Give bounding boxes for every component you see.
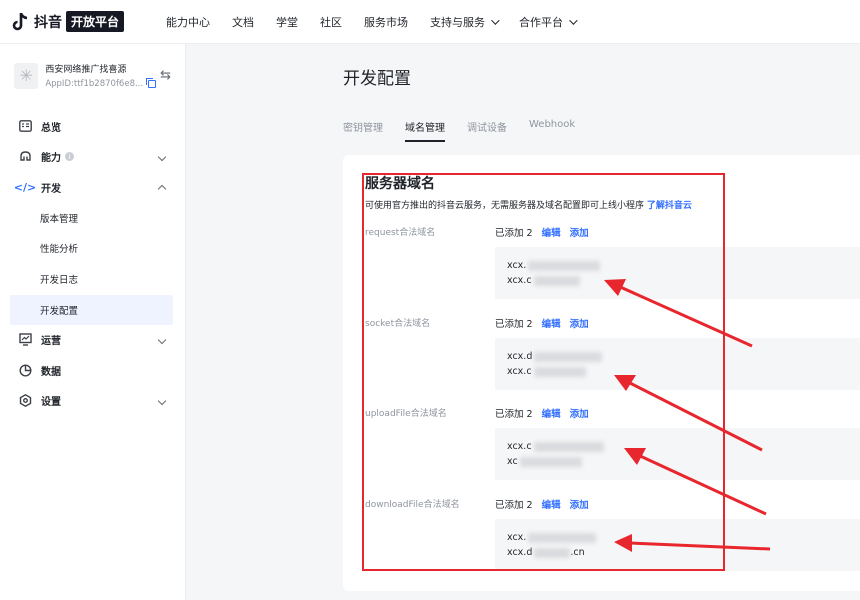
page-title: 开发配置 xyxy=(343,69,411,89)
domain-item: xcx. xyxy=(507,258,860,273)
tab-domain-management[interactable]: 域名管理 xyxy=(405,110,445,142)
nav-item-academy[interactable]: 学堂 xyxy=(276,14,298,30)
domain-item: xcx.c xyxy=(507,364,860,379)
add-link[interactable]: 添加 xyxy=(570,319,589,330)
nav-item-support[interactable]: 支持与服务 xyxy=(430,14,500,30)
row-label: request合法域名 xyxy=(365,228,436,238)
app-id: AppID:ttf1b2870f6e8... xyxy=(45,79,144,89)
domain-item: xcx. xyxy=(507,530,860,545)
row-status: 已添加 2 编辑 添加 xyxy=(495,500,589,511)
switch-app-icon[interactable]: ⇆ xyxy=(160,68,171,83)
row-status: 已添加 2 编辑 添加 xyxy=(495,228,589,239)
douyin-logo-icon xyxy=(12,12,30,32)
domain-list: xcx.d xcx.c xyxy=(495,338,860,390)
gear-icon xyxy=(18,394,32,408)
logo[interactable]: 抖音 开放平台 xyxy=(12,11,140,32)
chevron-down-icon xyxy=(569,15,578,25)
logo-text: 抖音 xyxy=(34,14,62,31)
sidebar-item-performance[interactable]: 性能分析 xyxy=(0,233,185,263)
tabs: 密钥管理 域名管理 调试设备 Webhook xyxy=(343,110,597,142)
sidebar-item-operate[interactable]: 运营 xyxy=(0,325,185,355)
sidebar-item-data[interactable]: 数据 xyxy=(0,355,185,385)
row-status: 已添加 2 编辑 添加 xyxy=(495,319,589,330)
row-label: socket合法域名 xyxy=(365,319,431,329)
server-domain-card: 服务器域名 可使用官方推出的抖音云服务，无需服务器及域名配置即可上线小程序 了解… xyxy=(343,155,860,591)
nav-item-partners[interactable]: 合作平台 xyxy=(519,14,578,30)
domain-item: xcx.d xyxy=(507,349,860,364)
logo-badge: 开放平台 xyxy=(66,11,125,32)
nav-item-capability-center[interactable]: 能力中心 xyxy=(166,14,210,30)
code-icon: </> xyxy=(13,180,37,194)
nav-item-docs[interactable]: 文档 xyxy=(232,14,254,30)
domain-list: xcx. xcx.c xyxy=(495,247,860,299)
domain-item: xcx.c xyxy=(507,273,860,288)
top-nav: 能力中心 文档 学堂 社区 服务市场 支持与服务 合作平台 xyxy=(166,14,597,30)
edit-link[interactable]: 编辑 xyxy=(542,500,561,511)
chevron-down-icon xyxy=(157,335,167,344)
tab-debug-devices[interactable]: 调试设备 xyxy=(467,110,507,142)
sidebar-menu: 总览 能力 i </> 开发 版本管理 性能分析 开发日志 开发配置 运营 数据… xyxy=(0,111,185,416)
info-icon[interactable]: i xyxy=(65,152,74,161)
nav-item-community[interactable]: 社区 xyxy=(320,14,342,30)
sidebar: ✳ 西安网络推广找喜源 AppID:ttf1b2870f6e8... ⇆ 总览 … xyxy=(0,44,186,600)
add-link[interactable]: 添加 xyxy=(570,228,589,239)
domain-item: xc xyxy=(507,454,860,469)
chevron-down-icon xyxy=(157,152,167,161)
domain-list: xcx. xcx.d .cn xyxy=(495,519,860,571)
row-label: downloadFile合法域名 xyxy=(365,500,460,510)
chevron-down-icon xyxy=(157,396,167,405)
tab-webhook[interactable]: Webhook xyxy=(529,110,575,142)
app-name: 西安网络推广找喜源 xyxy=(45,65,127,75)
row-label: uploadFile合法域名 xyxy=(365,409,447,419)
sidebar-item-version-management[interactable]: 版本管理 xyxy=(0,203,185,233)
edit-link[interactable]: 编辑 xyxy=(542,409,561,420)
top-navbar: 抖音 开放平台 能力中心 文档 学堂 社区 服务市场 支持与服务 合作平台 xyxy=(0,0,860,44)
chevron-down-icon xyxy=(491,15,500,25)
add-link[interactable]: 添加 xyxy=(570,409,589,420)
nav-item-service-market[interactable]: 服务市场 xyxy=(364,14,408,30)
chevron-up-icon xyxy=(157,184,167,194)
learn-cloud-link[interactable]: 了解抖音云 xyxy=(647,201,692,211)
app-avatar-icon: ✳ xyxy=(14,62,39,89)
sidebar-item-develop[interactable]: </> 开发 xyxy=(0,172,185,202)
overview-icon xyxy=(18,119,32,133)
edit-link[interactable]: 编辑 xyxy=(542,319,561,330)
capability-icon xyxy=(18,150,32,164)
edit-link[interactable]: 编辑 xyxy=(542,228,561,239)
add-link[interactable]: 添加 xyxy=(570,500,589,511)
tab-key-management[interactable]: 密钥管理 xyxy=(343,110,383,142)
sidebar-item-overview[interactable]: 总览 xyxy=(0,111,185,141)
pie-chart-icon xyxy=(18,363,32,377)
sidebar-item-settings[interactable]: 设置 xyxy=(0,386,185,416)
section-title: 服务器域名 xyxy=(365,176,435,192)
domain-item: xcx.c xyxy=(507,439,860,454)
app-card: ✳ 西安网络推广找喜源 AppID:ttf1b2870f6e8... ⇆ xyxy=(0,44,185,107)
sidebar-item-capability[interactable]: 能力 i xyxy=(0,142,185,172)
copy-icon[interactable] xyxy=(146,78,157,88)
section-description: 可使用官方推出的抖音云服务，无需服务器及域名配置即可上线小程序 了解抖音云 xyxy=(365,201,692,211)
domain-item: xcx.d .cn xyxy=(507,547,585,558)
domain-list: xcx.c xc xyxy=(495,428,860,480)
sidebar-item-dev-log[interactable]: 开发日志 xyxy=(0,264,185,294)
row-status: 已添加 2 编辑 添加 xyxy=(495,409,589,420)
sidebar-item-dev-config[interactable]: 开发配置 xyxy=(10,294,173,325)
operate-icon xyxy=(18,333,32,347)
